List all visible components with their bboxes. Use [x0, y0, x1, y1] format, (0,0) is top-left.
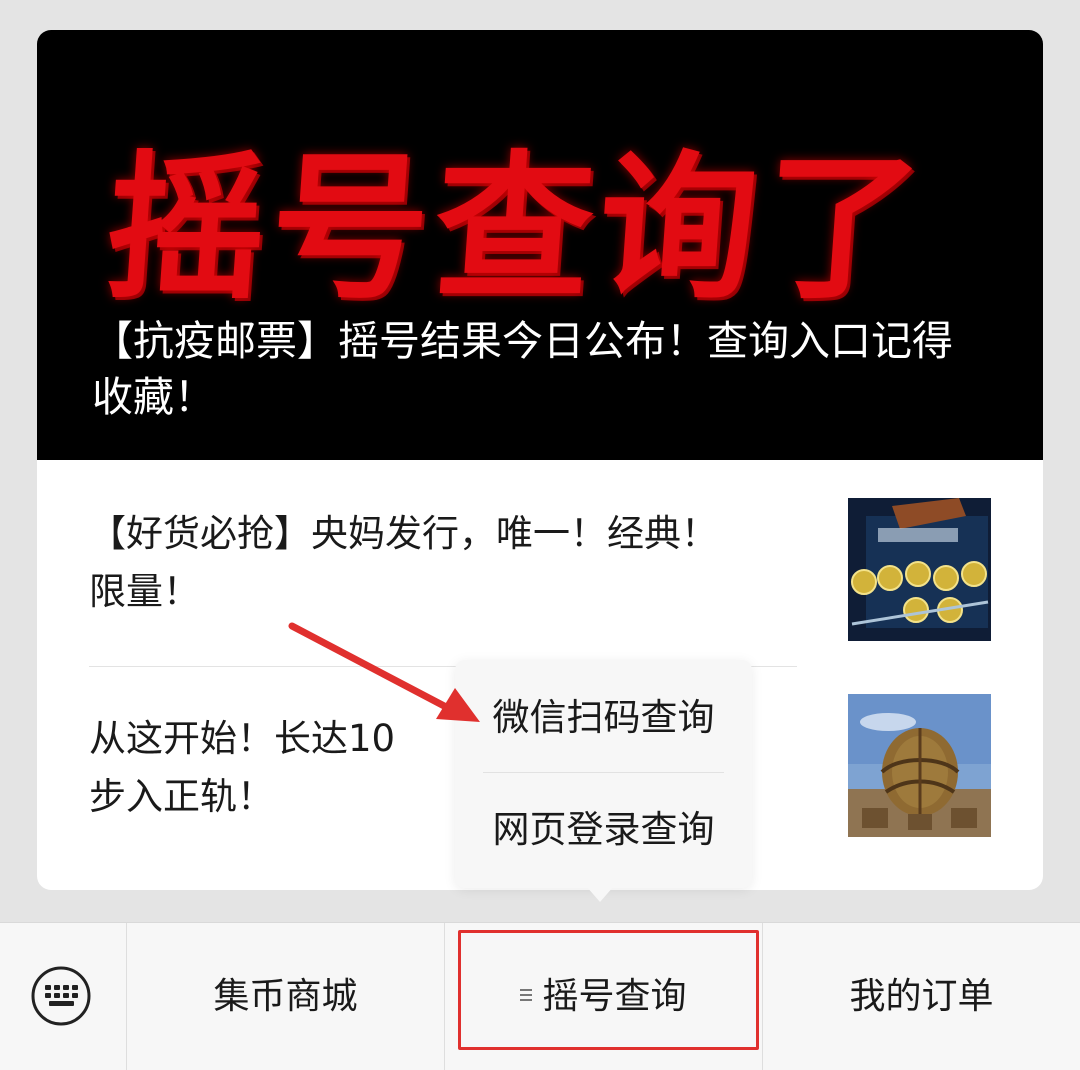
web-login-query-item[interactable]: 网页登录查询 [455, 774, 752, 886]
hero-banner-text: 摇号查询了 [100, 137, 934, 321]
highlight-annotation-box [458, 930, 759, 1050]
article-thumbnail-coins[interactable] [848, 498, 991, 641]
wechat-scan-query-item[interactable]: 微信扫码查询 [455, 662, 752, 774]
menu-my-orders[interactable]: 我的订单 [763, 923, 1080, 1070]
hero-article-title: 【抗疫邮票】摇号结果今日公布！查询入口记得收藏！ [92, 317, 953, 421]
menu-coin-mall[interactable]: 集币商城 [127, 923, 444, 1070]
submenu-divider [483, 772, 724, 773]
article-item-2-title-line1: 从这开始！长达10 [89, 717, 396, 760]
coin-set-image [848, 498, 991, 641]
keyboard-icon[interactable] [30, 965, 92, 1027]
article-item-1-title[interactable]: 【好货必抢】央妈发行，唯一！经典！限量！ [89, 505, 749, 621]
article-thumbnail-sculpture[interactable] [848, 694, 991, 837]
submenu-pointer [586, 886, 614, 902]
hero-article[interactable]: 摇号查询了 【抗疫邮票】摇号结果今日公布！查询入口记得收藏！ [37, 30, 1043, 460]
submenu-popup: 微信扫码查询 网页登录查询 [455, 660, 752, 888]
sculpture-image [848, 694, 991, 837]
article-item-2-title-line2: 步入正轨！ [89, 775, 274, 818]
